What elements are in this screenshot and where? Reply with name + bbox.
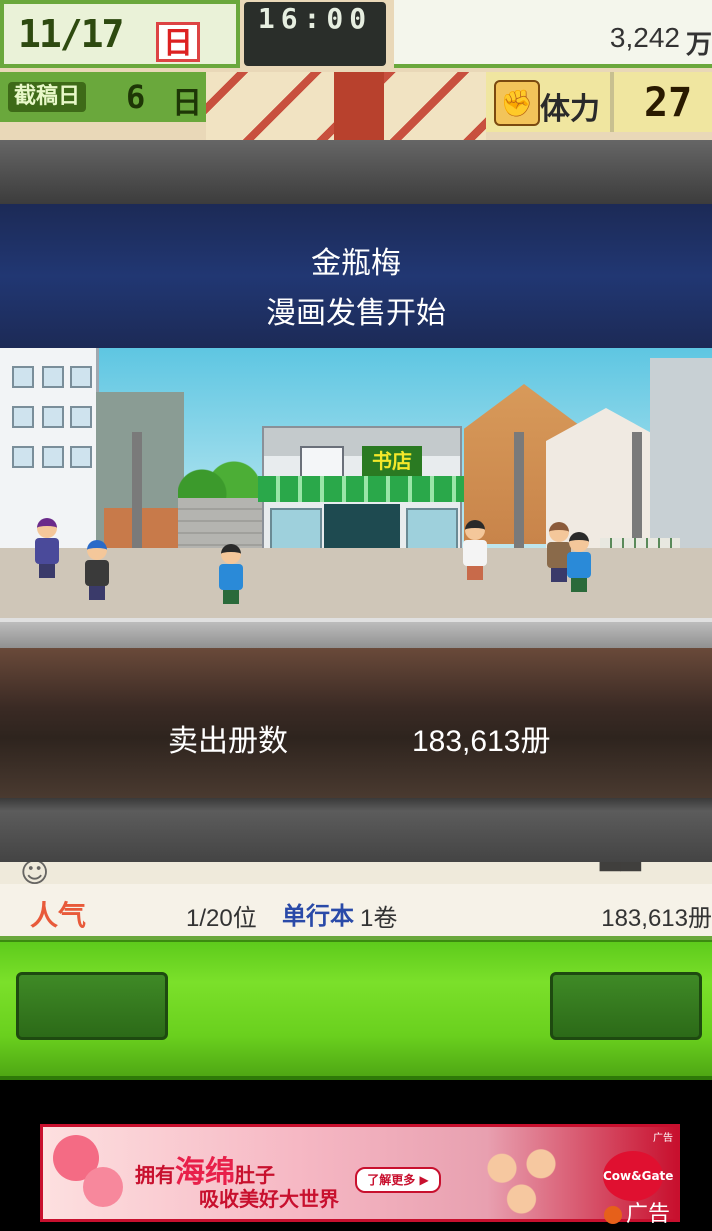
left-command-button[interactable] (16, 972, 168, 1040)
modal-bottom-frame (0, 798, 712, 862)
manga-stats-panel: ☺ ▀▀ 人气 1/20位 单行本 1卷 183,613册 (0, 862, 712, 940)
modal-title-band: 金瓶梅 漫画发售开始 (0, 204, 712, 348)
sold-label: 卖出册数 (168, 725, 288, 758)
top-hud: 11/17 日 16:00 3,242 万 截稿日 6 日 ✊ 体力 27 (0, 0, 712, 140)
manga-title: 金瓶梅 (311, 247, 401, 280)
date-panel: 11/17 日 (0, 0, 240, 68)
modal-top-frame (0, 140, 712, 204)
shop-sign: 书店 (362, 446, 422, 476)
brand-logo: Cow&Gate (603, 1151, 673, 1201)
stamina-value: 27 (644, 80, 693, 126)
deadline-days: 6 (126, 78, 146, 116)
learn-more-button[interactable]: 了解更多 ▶ (355, 1167, 441, 1193)
ad-subline: 吸收美好大世界 (199, 1187, 339, 1211)
money-unit: 万 (685, 30, 712, 60)
pedestrian (564, 532, 594, 592)
ad-photo (463, 1133, 593, 1219)
book-icon (300, 446, 344, 480)
ad-banner[interactable]: 拥有海绵肚子 吸收美好大世界 了解更多 ▶ Cow&Gate 广告 (40, 1124, 680, 1222)
utility-pole (632, 432, 642, 552)
utility-pole (514, 432, 524, 552)
money-panel: 3,242 万 (394, 0, 712, 68)
stone-wall (178, 498, 268, 548)
divider (610, 72, 614, 132)
event-text: 漫画发售开始 (266, 297, 446, 330)
clock-display: 16:00 (244, 2, 386, 66)
deadline-panel: 截稿日 6 日 (0, 72, 206, 122)
pedestrian (32, 518, 62, 578)
ad-corner-label[interactable]: 广告 (604, 1196, 670, 1228)
clock-text: 16:00 (257, 2, 373, 35)
fence (104, 508, 184, 548)
command-bar (0, 940, 712, 1080)
pedestrian (460, 520, 490, 580)
cut-off-value: ▀▀ (600, 862, 641, 892)
deadline-unit: 日 (172, 86, 202, 121)
bookstore-scene: 书店 (0, 348, 712, 648)
muscle-icon: ✊ (494, 80, 540, 126)
volumes-label: 单行本 (282, 902, 354, 930)
flower-icon (83, 1167, 123, 1207)
awning (258, 476, 466, 502)
total-sales: 183,613册 (601, 905, 712, 932)
ad-choices-icon (604, 1206, 622, 1224)
cut-off-icon: ☺ (20, 862, 50, 889)
volumes-count: 1卷 (360, 905, 398, 932)
deadline-label: 截稿日 (8, 82, 87, 112)
curb (0, 618, 712, 648)
pedestrian (82, 540, 112, 600)
utility-pole (132, 432, 142, 552)
right-command-button[interactable] (550, 972, 702, 1040)
bookstore: 书店 (258, 426, 466, 568)
sold-value: 183,613册 (412, 725, 551, 758)
money-value: 3,242 (609, 22, 680, 53)
day-of-week-badge: 日 (156, 22, 200, 62)
pedestrian (216, 544, 246, 604)
popularity-rank: 1/20位 (186, 905, 257, 932)
ad-tag: 广告 (653, 1133, 673, 1144)
background-door (334, 72, 384, 140)
apartment (650, 358, 712, 548)
sales-result-band: 卖出册数 183,613册 (0, 648, 712, 798)
date-text: 11/17 (18, 12, 124, 56)
stamina-label: 体力 (540, 92, 600, 127)
popularity-label: 人气 (30, 899, 87, 932)
